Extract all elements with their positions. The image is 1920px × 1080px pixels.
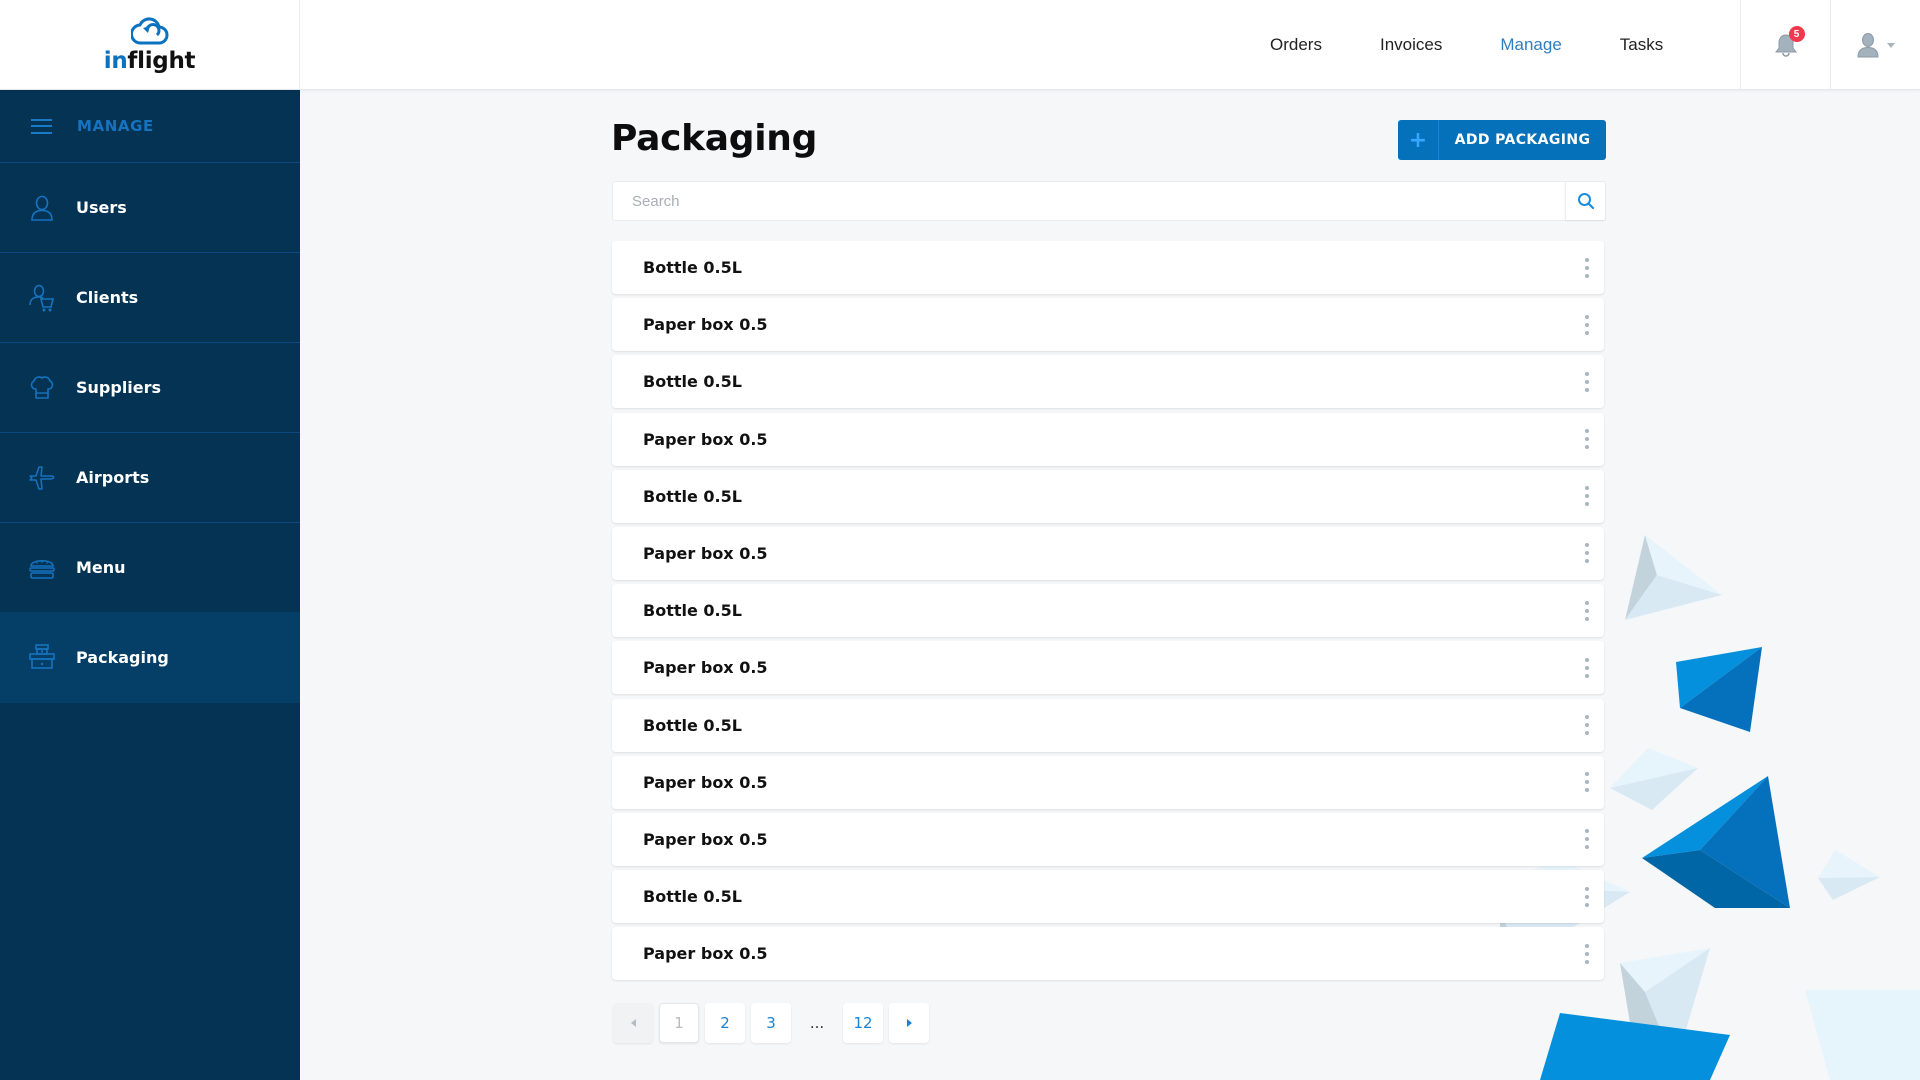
sidebar-item-label: Suppliers bbox=[76, 378, 162, 397]
item-name: Bottle 0.5L bbox=[643, 372, 742, 392]
sidebar-item-suppliers[interactable]: Suppliers bbox=[0, 343, 300, 433]
list-item[interactable]: Bottle 0.5L bbox=[612, 584, 1604, 638]
sidebar-section-label: MANAGE bbox=[77, 117, 154, 135]
item-name: Paper box 0.5 bbox=[643, 543, 768, 563]
pagination-next-button[interactable] bbox=[889, 1003, 929, 1043]
more-options-icon[interactable] bbox=[1580, 255, 1594, 281]
airplane-icon bbox=[28, 464, 56, 492]
more-options-icon[interactable] bbox=[1580, 426, 1594, 452]
plus-icon: + bbox=[1398, 120, 1439, 160]
sidebar-item-menu[interactable]: Menu bbox=[0, 523, 300, 613]
item-name: Paper box 0.5 bbox=[643, 829, 768, 849]
more-options-icon[interactable] bbox=[1580, 312, 1594, 338]
list-item[interactable]: Paper box 0.5 bbox=[612, 755, 1604, 809]
nav-manage[interactable]: Manage bbox=[1500, 35, 1561, 55]
item-name: Paper box 0.5 bbox=[643, 772, 768, 792]
list-item[interactable]: Bottle 0.5L bbox=[612, 241, 1604, 294]
pagination-page-3[interactable]: 3 bbox=[751, 1003, 791, 1043]
sidebar-item-users[interactable]: Users bbox=[0, 163, 300, 253]
more-options-icon[interactable] bbox=[1580, 941, 1594, 967]
list-item[interactable]: Paper box 0.5 bbox=[612, 526, 1604, 580]
client-cart-icon bbox=[28, 284, 56, 312]
page-title: Packaging bbox=[611, 118, 818, 159]
sidebar: MANAGE Users Clients Suppliers Airports … bbox=[0, 90, 300, 1080]
top-header: inflight Orders Invoices Manage Tasks 5 bbox=[0, 0, 1920, 90]
notifications-button[interactable]: 5 bbox=[1740, 0, 1831, 90]
packaging-list: Bottle 0.5L Paper box 0.5 Bottle 0.5L Pa… bbox=[612, 241, 1604, 984]
add-packaging-label: ADD PACKAGING bbox=[1454, 132, 1591, 148]
pagination-page-2[interactable]: 2 bbox=[705, 1003, 745, 1043]
pagination: 1 2 3 ... 12 bbox=[613, 1003, 935, 1043]
more-options-icon[interactable] bbox=[1580, 540, 1594, 566]
more-options-icon[interactable] bbox=[1580, 712, 1594, 738]
logo-text: inflight bbox=[103, 48, 196, 74]
more-options-icon[interactable] bbox=[1580, 655, 1594, 681]
search-bar bbox=[612, 181, 1606, 221]
sidebar-header: MANAGE bbox=[0, 90, 300, 163]
add-packaging-button[interactable]: + ADD PACKAGING bbox=[1398, 120, 1606, 160]
list-item[interactable]: Paper box 0.5 bbox=[612, 927, 1604, 981]
pagination-prev-button[interactable] bbox=[613, 1003, 653, 1043]
item-name: Bottle 0.5L bbox=[643, 887, 742, 907]
list-item[interactable]: Bottle 0.5L bbox=[612, 870, 1604, 924]
item-name: Bottle 0.5L bbox=[643, 715, 742, 735]
caret-right-icon bbox=[906, 1019, 912, 1027]
item-name: Paper box 0.5 bbox=[643, 429, 768, 449]
more-options-icon[interactable] bbox=[1580, 769, 1594, 795]
list-item[interactable]: Bottle 0.5L bbox=[612, 355, 1604, 409]
item-name: Bottle 0.5L bbox=[643, 601, 742, 621]
caret-down-icon bbox=[1886, 42, 1895, 48]
burger-icon bbox=[28, 554, 56, 582]
sidebar-item-label: Users bbox=[76, 198, 127, 217]
list-item[interactable]: Paper box 0.5 bbox=[612, 641, 1604, 695]
search-icon bbox=[1577, 193, 1594, 210]
item-name: Paper box 0.5 bbox=[643, 315, 768, 335]
user-menu-button[interactable] bbox=[1831, 0, 1920, 90]
more-options-icon[interactable] bbox=[1580, 826, 1594, 852]
more-options-icon[interactable] bbox=[1580, 369, 1594, 395]
caret-left-icon bbox=[630, 1019, 636, 1027]
pagination-ellipsis: ... bbox=[809, 1014, 825, 1032]
list-item[interactable]: Bottle 0.5L bbox=[612, 469, 1604, 523]
nav-invoices[interactable]: Invoices bbox=[1380, 35, 1442, 55]
list-item[interactable]: Bottle 0.5L bbox=[612, 698, 1604, 752]
item-name: Bottle 0.5L bbox=[643, 486, 742, 506]
search-button[interactable] bbox=[1565, 182, 1605, 220]
top-nav: Orders Invoices Manage Tasks bbox=[1270, 0, 1663, 90]
nav-tasks[interactable]: Tasks bbox=[1620, 35, 1663, 55]
notification-count-badge: 5 bbox=[1788, 26, 1805, 42]
cloud-logo-icon bbox=[130, 17, 168, 45]
logo[interactable]: inflight bbox=[0, 0, 300, 90]
item-name: Bottle 0.5L bbox=[643, 258, 742, 277]
item-name: Paper box 0.5 bbox=[643, 658, 768, 678]
more-options-icon[interactable] bbox=[1580, 483, 1594, 509]
list-item[interactable]: Paper box 0.5 bbox=[612, 412, 1604, 466]
hamburger-menu-icon[interactable] bbox=[31, 118, 52, 134]
list-item[interactable]: Paper box 0.5 bbox=[612, 298, 1604, 352]
sidebar-item-clients[interactable]: Clients bbox=[0, 253, 300, 343]
chef-hat-icon bbox=[28, 374, 56, 402]
more-options-icon[interactable] bbox=[1580, 884, 1594, 910]
sidebar-item-airports[interactable]: Airports bbox=[0, 433, 300, 523]
more-options-icon[interactable] bbox=[1580, 598, 1594, 624]
packaging-box-icon bbox=[28, 643, 56, 671]
sidebar-item-label: Packaging bbox=[76, 647, 169, 667]
nav-orders[interactable]: Orders bbox=[1270, 35, 1322, 55]
sidebar-item-packaging[interactable]: Packaging bbox=[0, 612, 300, 703]
sidebar-item-label: Clients bbox=[76, 288, 139, 307]
pagination-page-last[interactable]: 12 bbox=[843, 1003, 883, 1043]
sidebar-item-label: Airports bbox=[76, 468, 150, 487]
item-name: Paper box 0.5 bbox=[643, 944, 768, 964]
sidebar-item-label: Menu bbox=[76, 558, 126, 577]
search-input[interactable] bbox=[613, 182, 1565, 220]
list-item[interactable]: Paper box 0.5 bbox=[612, 812, 1604, 866]
user-icon bbox=[28, 194, 56, 222]
pagination-page-1[interactable]: 1 bbox=[659, 1003, 699, 1043]
user-avatar-icon bbox=[1856, 33, 1879, 58]
